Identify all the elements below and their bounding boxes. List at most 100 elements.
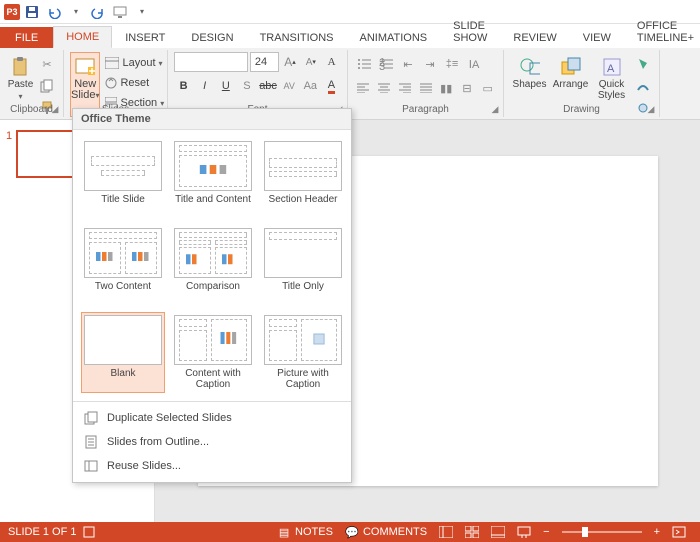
dialog-launcher-icon[interactable]: ◢ bbox=[49, 103, 61, 115]
cut-icon[interactable]: ✂ bbox=[37, 54, 57, 74]
smartart-icon[interactable]: ▭ bbox=[478, 78, 497, 98]
decrease-indent-icon[interactable]: ⇤ bbox=[398, 54, 418, 74]
tab-insert[interactable]: INSERT bbox=[112, 27, 178, 48]
dialog-launcher-icon[interactable]: ◢ bbox=[645, 103, 657, 115]
layout-title-and-content[interactable]: Title and Content bbox=[171, 138, 255, 219]
columns-icon[interactable]: ▮▮ bbox=[437, 78, 456, 98]
save-icon[interactable] bbox=[22, 2, 42, 22]
shapes-icon bbox=[520, 57, 540, 77]
slides-from-outline-item[interactable]: Slides from Outline... bbox=[73, 430, 351, 454]
new-slide-dropdown: Office Theme Title Slide Title and Conte… bbox=[72, 108, 352, 483]
shadow-icon[interactable]: S bbox=[237, 76, 256, 96]
font-color-icon[interactable]: A bbox=[322, 76, 341, 96]
layout-picture-with-caption[interactable]: Picture with Caption bbox=[261, 312, 345, 393]
strikethrough-icon[interactable]: abc bbox=[259, 76, 278, 96]
underline-icon[interactable]: U bbox=[216, 76, 235, 96]
layout-button[interactable]: Layout▾ bbox=[102, 54, 167, 72]
group-paragraph: 123 ⇤ ⇥ ‡≡ ⅠA ▮▮ ⊟ ▭ Paragraph ◢ bbox=[348, 50, 504, 117]
arrange-icon bbox=[561, 57, 581, 77]
reuse-icon bbox=[83, 458, 99, 474]
start-from-beginning-icon[interactable] bbox=[110, 2, 130, 22]
change-case-icon[interactable]: Aa bbox=[301, 76, 320, 96]
reading-view-icon[interactable] bbox=[485, 526, 511, 538]
line-spacing-icon[interactable]: ‡≡ bbox=[442, 54, 462, 74]
bullets-icon[interactable] bbox=[354, 54, 374, 74]
numbering-icon[interactable]: 123 bbox=[376, 54, 396, 74]
align-center-icon[interactable] bbox=[375, 78, 394, 98]
notes-button[interactable]: ▤NOTES bbox=[271, 525, 339, 539]
normal-view-icon[interactable] bbox=[433, 526, 459, 538]
align-left-icon[interactable] bbox=[354, 78, 373, 98]
quick-access-toolbar: P3 ▾ ▾ bbox=[0, 0, 700, 24]
align-text-icon[interactable]: ⊟ bbox=[458, 78, 477, 98]
redo-icon[interactable] bbox=[88, 2, 108, 22]
align-right-icon[interactable] bbox=[395, 78, 414, 98]
tab-home[interactable]: HOME bbox=[53, 26, 112, 48]
font-name-combo[interactable] bbox=[174, 52, 248, 72]
reuse-slides-item[interactable]: Reuse Slides... bbox=[73, 454, 351, 478]
layout-section-header[interactable]: Section Header bbox=[261, 138, 345, 219]
shrink-font-icon[interactable]: A▾ bbox=[301, 52, 320, 72]
tab-office-timeline[interactable]: OFFICE TIMELINE+ bbox=[624, 15, 700, 48]
comments-icon: 💬 bbox=[345, 525, 359, 539]
tab-animations[interactable]: ANIMATIONS bbox=[347, 27, 441, 48]
layout-two-content[interactable]: Two Content bbox=[81, 225, 165, 306]
group-clipboard: Paste ▾ ✂ Clipboard ◢ bbox=[0, 50, 64, 117]
spacing-icon[interactable]: AV bbox=[280, 76, 299, 96]
status-bar: SLIDE 1 OF 1 ▤NOTES 💬COMMENTS − + bbox=[0, 522, 700, 542]
undo-icon[interactable] bbox=[44, 2, 64, 22]
zoom-in-icon[interactable]: + bbox=[648, 526, 666, 538]
tab-view[interactable]: VIEW bbox=[570, 27, 624, 48]
outline-icon bbox=[83, 434, 99, 450]
layout-comparison[interactable]: Comparison bbox=[171, 225, 255, 306]
font-size-combo[interactable]: 24 bbox=[250, 52, 279, 72]
dialog-launcher-icon[interactable]: ◢ bbox=[489, 103, 501, 115]
layout-title-only[interactable]: Title Only bbox=[261, 225, 345, 306]
increase-indent-icon[interactable]: ⇥ bbox=[420, 54, 440, 74]
group-label: Drawing bbox=[504, 104, 659, 115]
layout-blank[interactable]: Blank bbox=[81, 312, 165, 393]
text-direction-icon[interactable]: ⅠA bbox=[464, 54, 484, 74]
tab-design[interactable]: DESIGN bbox=[178, 27, 246, 48]
fit-to-window-icon[interactable] bbox=[666, 526, 692, 538]
comments-button[interactable]: 💬COMMENTS bbox=[339, 525, 433, 539]
grow-font-icon[interactable]: A▴ bbox=[281, 52, 300, 72]
ribbon-tabs: FILE HOME INSERT DESIGN TRANSITIONS ANIM… bbox=[0, 24, 700, 48]
clear-formatting-icon[interactable]: A bbox=[322, 52, 341, 72]
tab-slideshow[interactable]: SLIDE SHOW bbox=[440, 15, 500, 48]
undo-dropdown-icon[interactable]: ▾ bbox=[66, 2, 86, 22]
chevron-down-icon: ▾ bbox=[18, 92, 22, 101]
layout-content-with-caption[interactable]: Content with Caption bbox=[171, 312, 255, 393]
tab-file[interactable]: FILE bbox=[0, 27, 53, 48]
tab-transitions[interactable]: TRANSITIONS bbox=[247, 27, 347, 48]
group-slides: New Slide▾ Layout▾ Reset Section▾ Slides bbox=[64, 50, 168, 117]
slide-thumbnail[interactable] bbox=[16, 130, 80, 178]
group-drawing: Shapes Arrange A Quick Styles Drawing ◢ bbox=[504, 50, 660, 117]
svg-text:3: 3 bbox=[379, 61, 385, 70]
app-icon: P3 bbox=[4, 4, 20, 20]
shape-outline-icon[interactable] bbox=[633, 76, 653, 96]
reset-button[interactable]: Reset bbox=[102, 74, 167, 92]
qat-customize-icon[interactable]: ▾ bbox=[132, 2, 152, 22]
new-slide-label: New Slide▾ bbox=[71, 79, 99, 101]
slideshow-view-icon[interactable] bbox=[511, 526, 537, 538]
group-font: 24 A▴ A▾ A B I U S abc AV Aa A Font ◢ bbox=[168, 50, 348, 117]
dropdown-header: Office Theme bbox=[73, 109, 351, 130]
duplicate-icon bbox=[83, 410, 99, 426]
layout-title-slide[interactable]: Title Slide bbox=[81, 138, 165, 219]
quick-styles-icon: A bbox=[602, 57, 622, 77]
bold-icon[interactable]: B bbox=[174, 76, 193, 96]
justify-icon[interactable] bbox=[416, 78, 435, 98]
shape-fill-icon[interactable] bbox=[633, 54, 653, 74]
copy-icon[interactable] bbox=[37, 76, 57, 96]
duplicate-slides-item[interactable]: Duplicate Selected Slides bbox=[73, 406, 351, 430]
layout-grid: Title Slide Title and Content Section He… bbox=[73, 130, 351, 401]
svg-text:A: A bbox=[607, 63, 615, 75]
spell-check-icon[interactable] bbox=[76, 525, 102, 539]
zoom-out-icon[interactable]: − bbox=[537, 526, 555, 538]
italic-icon[interactable]: I bbox=[195, 76, 214, 96]
sorter-view-icon[interactable] bbox=[459, 526, 485, 538]
zoom-slider[interactable] bbox=[562, 531, 642, 533]
paste-icon bbox=[11, 57, 31, 77]
tab-review[interactable]: REVIEW bbox=[500, 27, 569, 48]
